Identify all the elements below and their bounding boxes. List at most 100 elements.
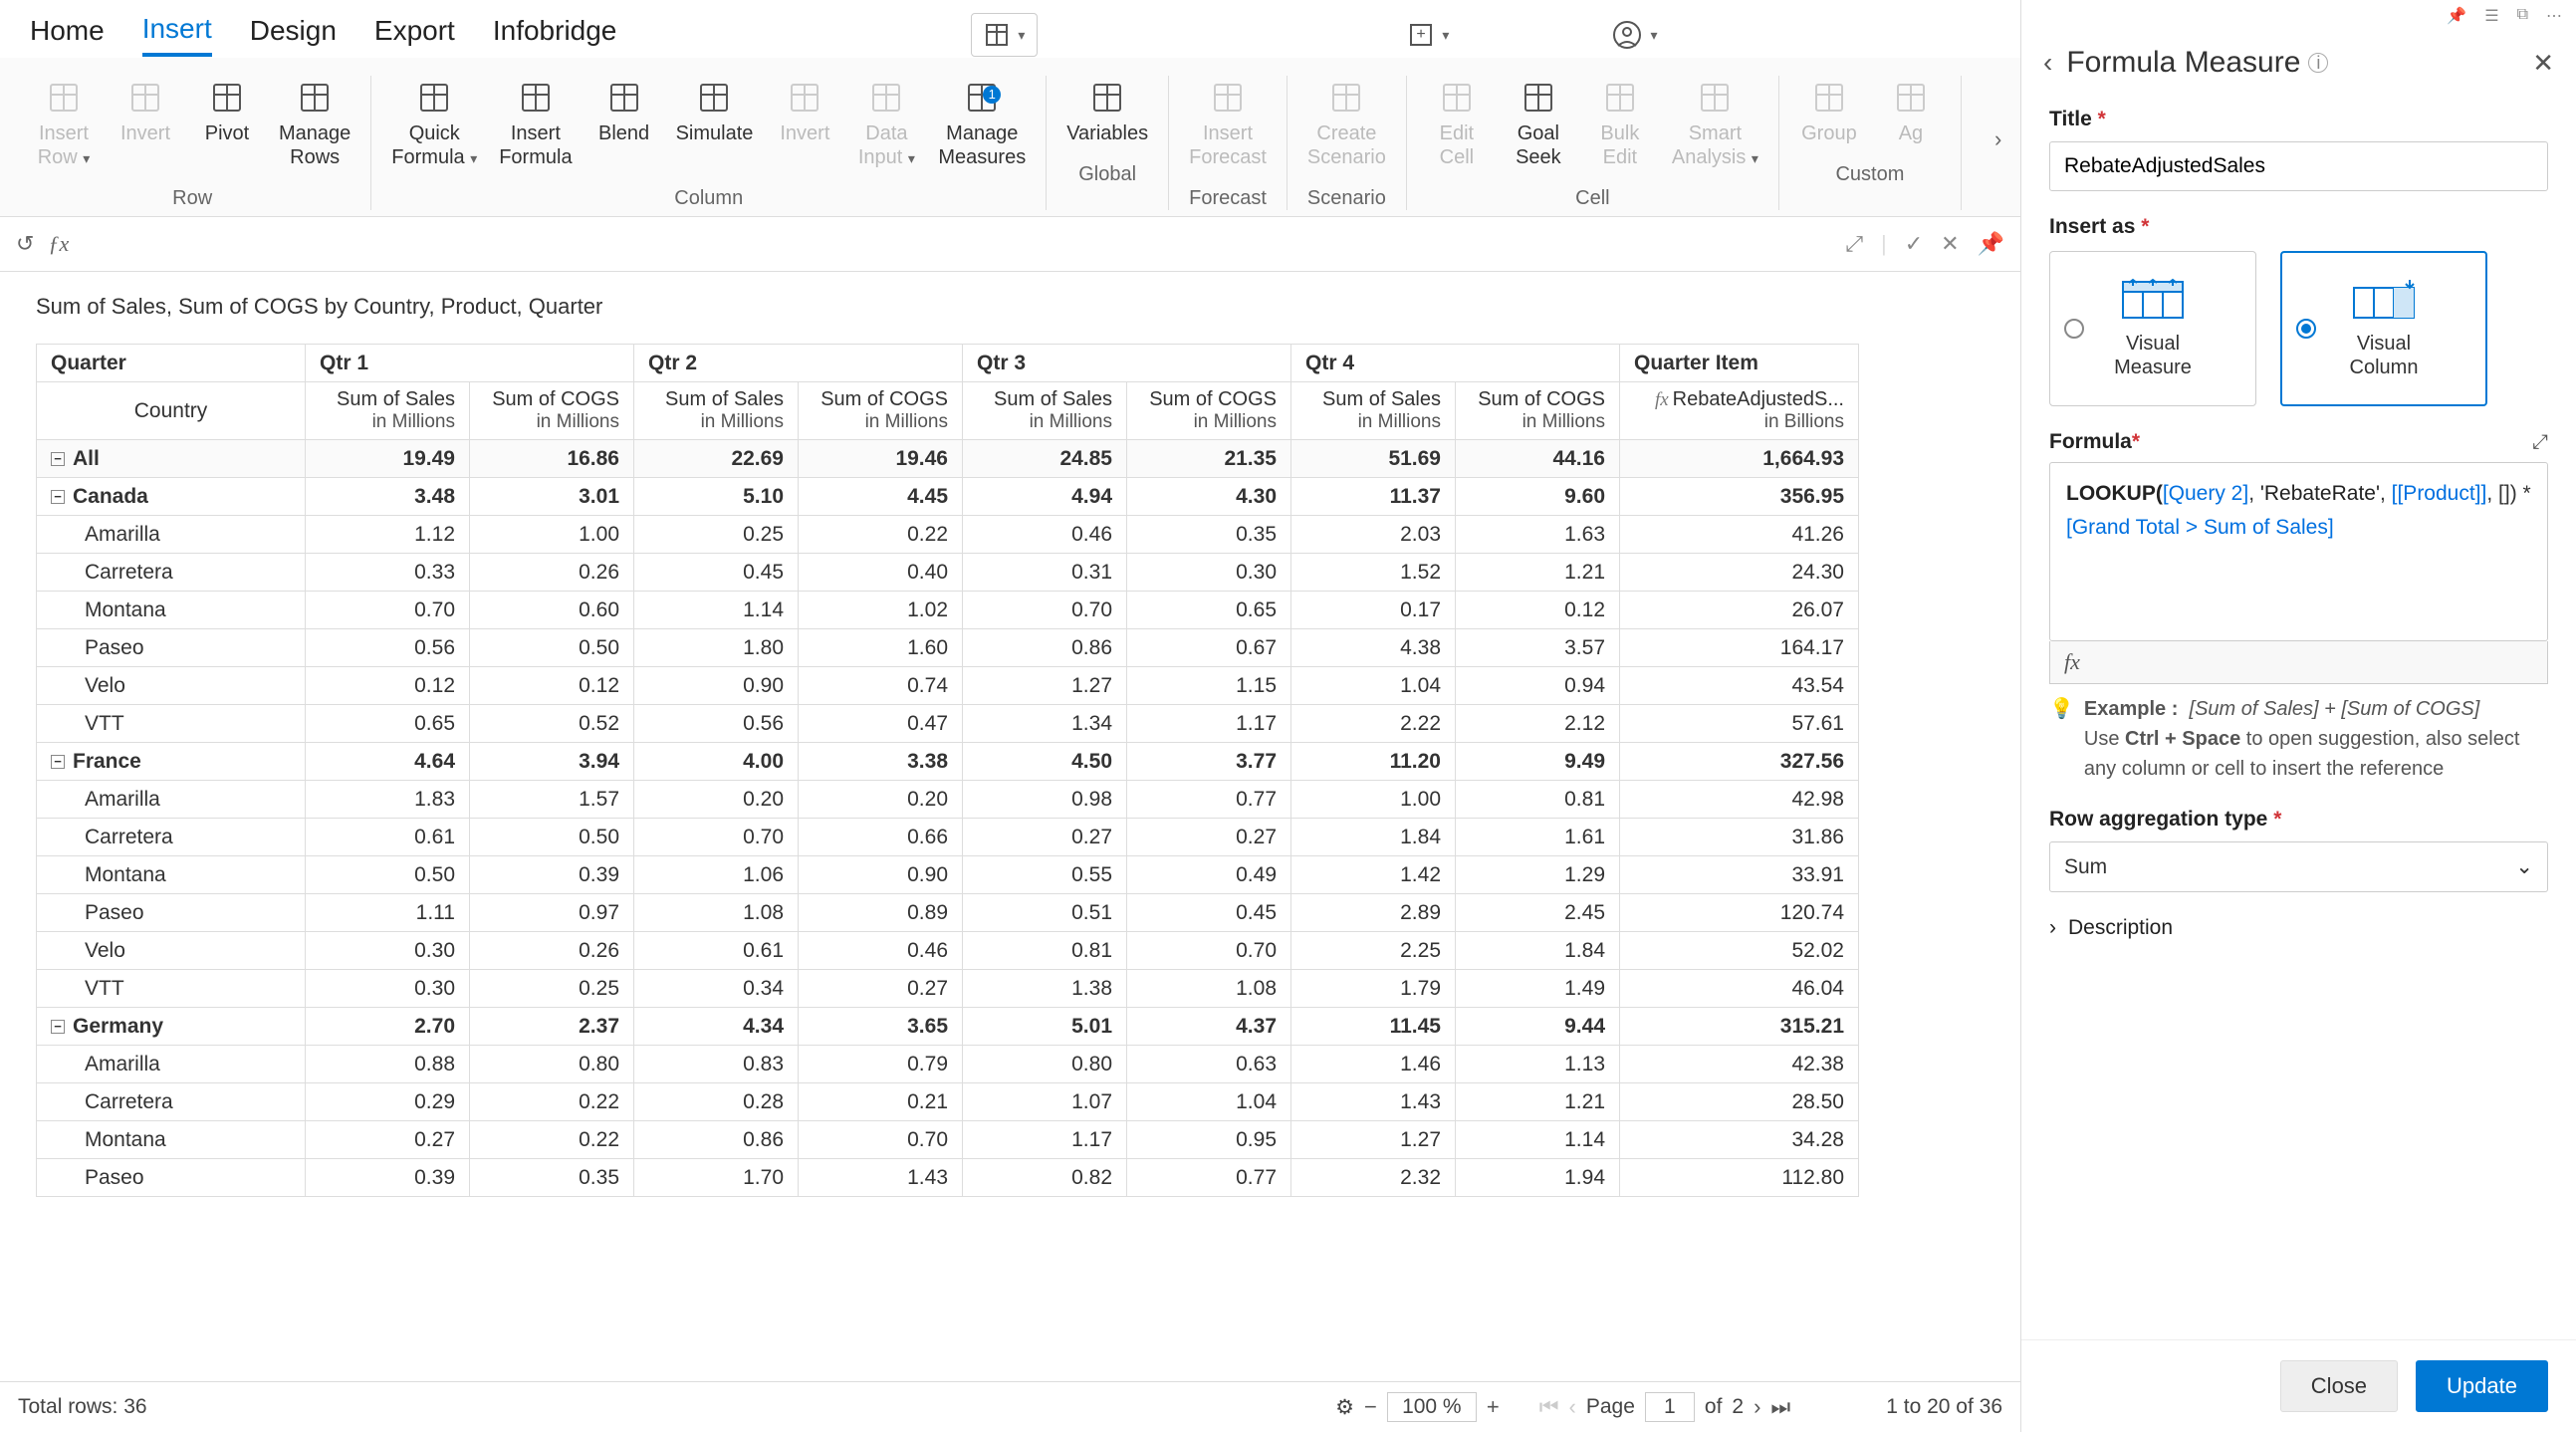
cell-value[interactable]: 1.43 (1291, 1083, 1456, 1121)
cell-value[interactable]: 2.22 (1291, 705, 1456, 743)
row-label[interactable]: Carretera (37, 819, 306, 856)
cell-value[interactable]: 0.45 (1127, 894, 1291, 932)
cell-value[interactable]: 1.00 (1291, 781, 1456, 819)
cell-location-toggle[interactable]: + ▾ (1396, 14, 1461, 56)
cell-value[interactable]: 16.86 (470, 440, 634, 478)
cell-value[interactable]: 0.90 (634, 667, 799, 705)
formula-measure-header[interactable]: fxRebateAdjustedS...in Billions (1620, 382, 1859, 440)
cell-value[interactable]: 19.46 (799, 440, 963, 478)
quarter-col-header[interactable]: Qtr 3 (963, 345, 1291, 382)
confirm-icon[interactable]: ✓ (1905, 231, 1923, 257)
expand-formula-icon[interactable]: ⤢ (1845, 231, 1863, 257)
cell-value[interactable]: 0.12 (470, 667, 634, 705)
row-label[interactable]: −Germany (37, 1008, 306, 1046)
cell-value[interactable]: 1.94 (1456, 1159, 1620, 1197)
cell-value[interactable]: 0.86 (963, 629, 1127, 667)
row-label[interactable]: Velo (37, 667, 306, 705)
cell-value[interactable]: 0.56 (634, 705, 799, 743)
cell-value[interactable]: 11.37 (1291, 478, 1456, 516)
tab-export[interactable]: Export (374, 15, 455, 55)
cell-value[interactable]: 0.29 (306, 1083, 470, 1121)
ribbon-variables[interactable]: Variables (1060, 76, 1154, 149)
cell-value[interactable]: 0.65 (1127, 592, 1291, 629)
cell-value[interactable]: 0.35 (1127, 516, 1291, 554)
tab-infobridge[interactable]: Infobridge (493, 15, 617, 55)
table-row[interactable]: Paseo0.560.501.801.600.860.674.383.57164… (37, 629, 1859, 667)
cell-value[interactable]: 0.25 (470, 970, 634, 1008)
cell-value[interactable]: 24.85 (963, 440, 1127, 478)
cell-value[interactable]: 1.04 (1127, 1083, 1291, 1121)
cell-value[interactable]: 1.52 (1291, 554, 1456, 592)
cell-value[interactable]: 0.31 (963, 554, 1127, 592)
table-row[interactable]: Montana0.700.601.141.020.700.650.170.122… (37, 592, 1859, 629)
formula-editor[interactable]: LOOKUP([Query 2], 'RebateRate', [[Produc… (2049, 462, 2548, 641)
cell-value[interactable]: 0.30 (306, 932, 470, 970)
cell-value[interactable]: 0.17 (1291, 592, 1456, 629)
row-label[interactable]: −All (37, 440, 306, 478)
table-view-toggle[interactable]: ▾ (971, 13, 1038, 57)
cell-value[interactable]: 0.80 (470, 1046, 634, 1083)
cell-value[interactable]: 34.28 (1620, 1121, 1859, 1159)
table-row[interactable]: −All19.4916.8622.6919.4624.8521.3551.694… (37, 440, 1859, 478)
cell-value[interactable]: 1.49 (1456, 970, 1620, 1008)
close-panel-button[interactable]: ✕ (2532, 48, 2554, 79)
cell-value[interactable]: 43.54 (1620, 667, 1859, 705)
row-label[interactable]: Amarilla (37, 516, 306, 554)
cell-value[interactable]: 164.17 (1620, 629, 1859, 667)
cell-value[interactable]: 0.82 (963, 1159, 1127, 1197)
cell-value[interactable]: 4.37 (1127, 1008, 1291, 1046)
measure-header[interactable]: Sum of Salesin Millions (963, 382, 1127, 440)
cell-value[interactable]: 1.63 (1456, 516, 1620, 554)
cell-value[interactable]: 1.08 (1127, 970, 1291, 1008)
cell-value[interactable]: 1.70 (634, 1159, 799, 1197)
measure-header[interactable]: Sum of COGSin Millions (1456, 382, 1620, 440)
cell-value[interactable]: 1.08 (634, 894, 799, 932)
measure-header[interactable]: Sum of Salesin Millions (306, 382, 470, 440)
cell-value[interactable]: 1.21 (1456, 1083, 1620, 1121)
cell-value[interactable]: 1,664.93 (1620, 440, 1859, 478)
pin-panel-icon[interactable]: 📌 (2447, 6, 2466, 26)
cell-value[interactable]: 0.70 (306, 592, 470, 629)
cell-value[interactable]: 0.77 (1127, 781, 1291, 819)
collapse-icon[interactable]: − (51, 452, 65, 466)
cell-value[interactable]: 0.49 (1127, 856, 1291, 894)
cell-value[interactable]: 120.74 (1620, 894, 1859, 932)
description-expander[interactable]: › Description (2049, 916, 2548, 940)
cell-value[interactable]: 4.94 (963, 478, 1127, 516)
cell-value[interactable]: 0.81 (1456, 781, 1620, 819)
cell-value[interactable]: 3.94 (470, 743, 634, 781)
formula-bar-input[interactable] (83, 227, 1831, 261)
cell-value[interactable]: 0.27 (799, 970, 963, 1008)
fx-icon[interactable]: ƒx (48, 231, 69, 257)
zoom-in-button[interactable]: + (1487, 1394, 1500, 1420)
cell-value[interactable]: 1.21 (1456, 554, 1620, 592)
cell-value[interactable]: 1.13 (1456, 1046, 1620, 1083)
tab-design[interactable]: Design (250, 15, 337, 55)
table-row[interactable]: Velo0.300.260.610.460.810.702.251.8452.0… (37, 932, 1859, 970)
cell-value[interactable]: 0.83 (634, 1046, 799, 1083)
cell-value[interactable]: 0.80 (963, 1046, 1127, 1083)
cell-value[interactable]: 0.70 (799, 1121, 963, 1159)
measure-title-input[interactable] (2049, 141, 2548, 191)
undo-icon[interactable]: ↺ (16, 231, 34, 257)
cell-value[interactable]: 0.56 (306, 629, 470, 667)
cell-value[interactable]: 4.64 (306, 743, 470, 781)
cell-value[interactable]: 0.12 (306, 667, 470, 705)
cell-value[interactable]: 0.88 (306, 1046, 470, 1083)
cell-value[interactable]: 0.77 (1127, 1159, 1291, 1197)
insert-as-visual-measure[interactable]: VisualMeasure (2049, 251, 2256, 406)
row-label[interactable]: VTT (37, 970, 306, 1008)
cell-value[interactable]: 0.12 (1456, 592, 1620, 629)
ribbon-quick-formula[interactable]: QuickFormula ▾ (385, 76, 483, 173)
cell-value[interactable]: 1.84 (1291, 819, 1456, 856)
row-label[interactable]: Paseo (37, 1159, 306, 1197)
cell-value[interactable]: 41.26 (1620, 516, 1859, 554)
ribbon-manage-rows[interactable]: ManageRows (273, 76, 356, 173)
cell-value[interactable]: 0.70 (963, 592, 1127, 629)
measure-header[interactable]: Sum of Salesin Millions (634, 382, 799, 440)
collapse-icon[interactable]: − (51, 490, 65, 504)
row-label[interactable]: Amarilla (37, 781, 306, 819)
cell-value[interactable]: 1.27 (1291, 1121, 1456, 1159)
cell-value[interactable]: 1.14 (1456, 1121, 1620, 1159)
cell-value[interactable]: 0.46 (799, 932, 963, 970)
